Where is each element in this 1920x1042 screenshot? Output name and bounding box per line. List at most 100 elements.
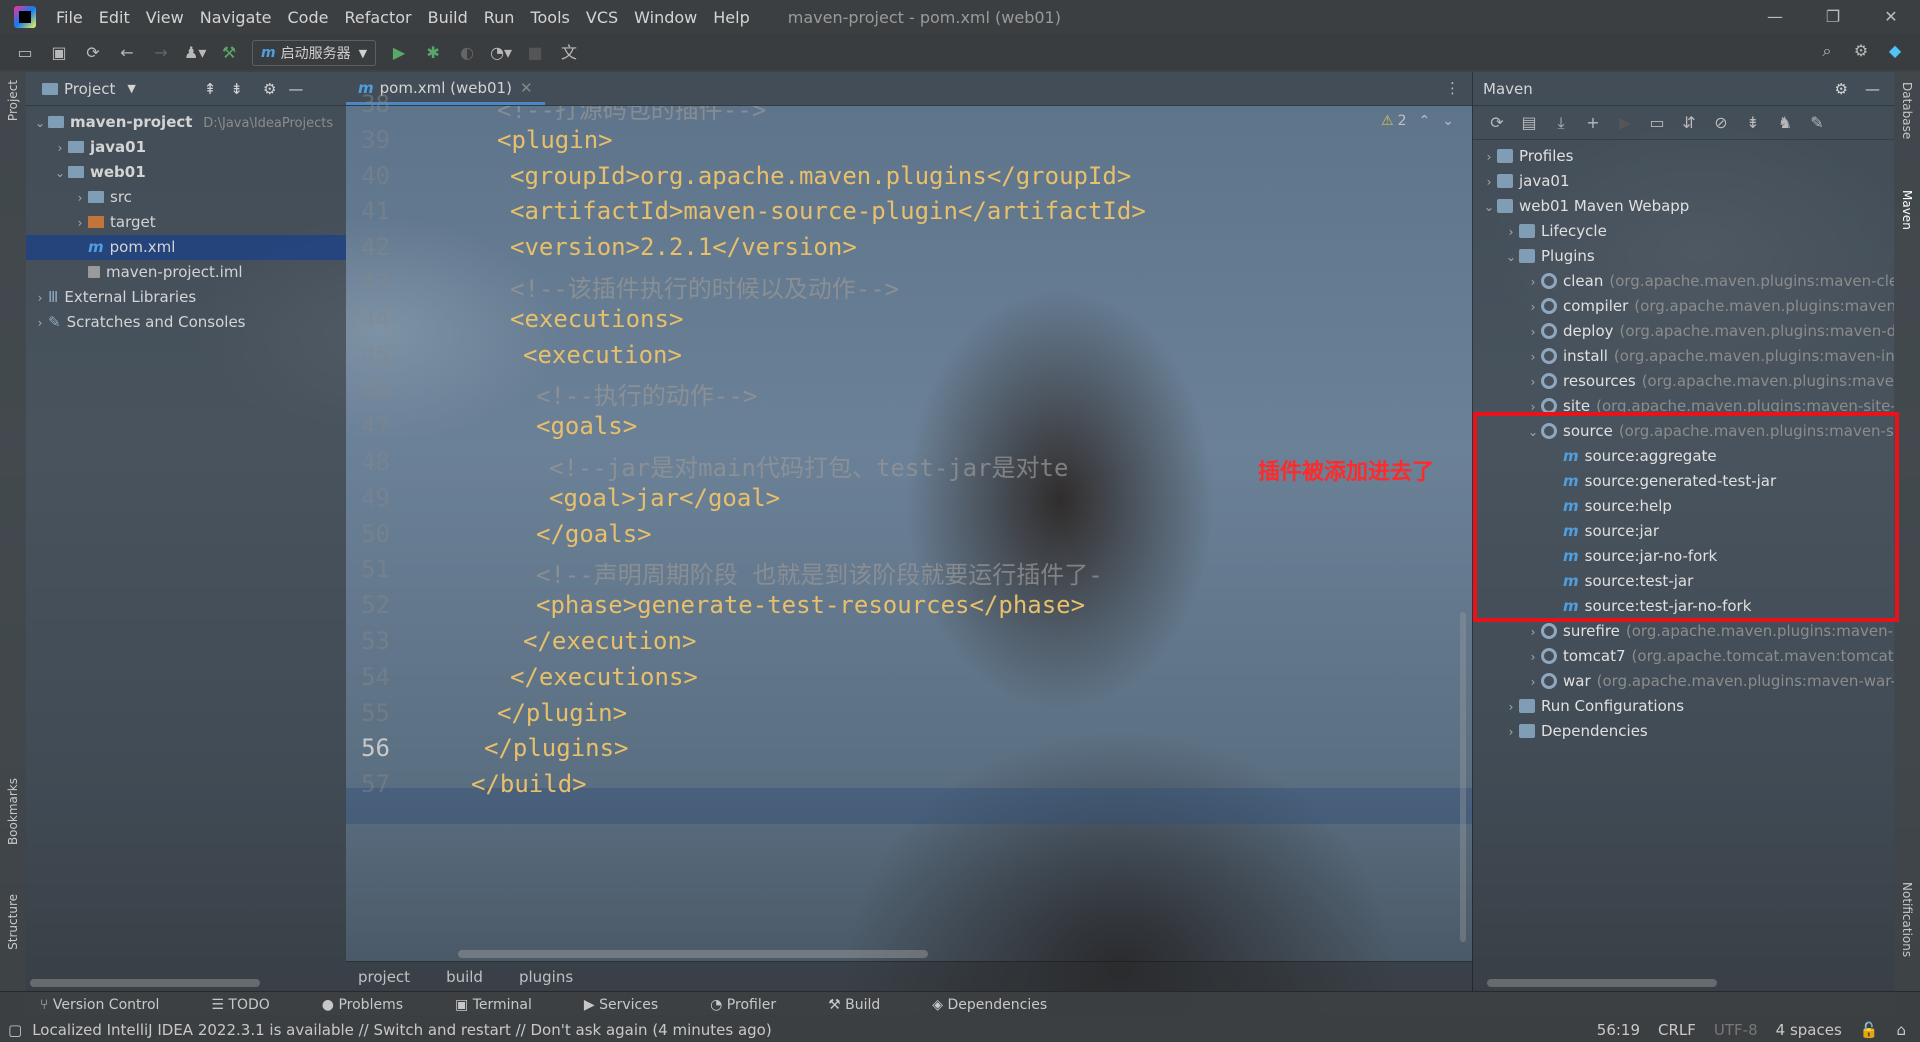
menu-run[interactable]: Run <box>476 8 523 27</box>
coverage-icon[interactable]: ◐ <box>456 42 478 64</box>
debug-icon[interactable]: ✱ <box>422 42 444 64</box>
chevron-down-icon[interactable]: ⌄ <box>52 161 68 186</box>
more-tabs-icon[interactable]: ⋮ <box>1445 79 1460 97</box>
maven-tree-item[interactable]: › clean (org.apache.maven.plugins:maven-cl… <box>1473 269 1894 294</box>
editor-vertical-scrollbar[interactable] <box>1460 612 1466 942</box>
stripe-project[interactable]: Project <box>6 80 20 121</box>
restore-icon[interactable]: ❐ <box>1804 0 1862 34</box>
status-message[interactable]: Localized IntelliJ IDEA 2022.3.1 is avai… <box>32 1021 772 1039</box>
file-encoding[interactable]: UTF-8 <box>1714 1021 1758 1039</box>
maven-tree-item[interactable]: › tomcat7 (org.apache.tomcat.maven:tomcat7 <box>1473 644 1894 669</box>
skip-tests-icon[interactable]: ⊘ <box>1705 113 1737 132</box>
chevron-right-icon[interactable]: › <box>1525 270 1541 294</box>
reload-icon[interactable]: ⟳ <box>1481 113 1513 132</box>
breadcrumb-plugins[interactable]: plugins <box>519 968 573 986</box>
generate-sources-icon[interactable]: ▤ <box>1513 113 1545 132</box>
chevron-right-icon[interactable]: › <box>1525 370 1541 394</box>
maven-horizontal-scrollbar[interactable] <box>1487 979 1717 987</box>
menu-help[interactable]: Help <box>705 8 757 27</box>
indent-setting[interactable]: 4 spaces <box>1776 1021 1842 1039</box>
tool-profiler[interactable]: ◔ Profiler <box>710 997 802 1013</box>
horizontal-scrollbar[interactable] <box>30 979 260 987</box>
open-folder-icon[interactable]: ▭ <box>14 42 36 64</box>
menu-edit[interactable]: Edit <box>91 8 138 27</box>
search-icon[interactable]: ⌕ <box>1816 40 1838 62</box>
maven-settings-icon[interactable]: ✎ <box>1801 113 1833 132</box>
show-dependencies-icon[interactable]: ♞ <box>1769 113 1801 132</box>
breadcrumb-build[interactable]: build <box>446 968 483 986</box>
stripe-database[interactable]: Database <box>1900 82 1914 139</box>
chevron-right-icon[interactable]: › <box>1503 220 1519 244</box>
sync-icon[interactable]: ⟳ <box>82 42 104 64</box>
chevron-right-icon[interactable]: › <box>72 211 88 236</box>
build-hammer-icon[interactable]: ⚒ <box>218 42 240 64</box>
menu-file[interactable]: File <box>48 8 91 27</box>
stripe-maven[interactable]: Maven <box>1900 190 1914 230</box>
tree-item-external-libraries[interactable]: › Ⅲ External Libraries <box>26 285 346 310</box>
lock-icon[interactable]: 🔓 <box>1860 1021 1879 1039</box>
tree-item-target[interactable]: › target <box>26 210 346 235</box>
run-icon[interactable]: ▶ <box>1609 113 1641 132</box>
menu-window[interactable]: Window <box>626 8 705 27</box>
chevron-right-icon[interactable]: › <box>1525 345 1541 369</box>
chevron-right-icon[interactable]: › <box>72 186 88 211</box>
close-tab-icon[interactable]: ✕ <box>520 79 533 97</box>
editor-horizontal-scrollbar[interactable] <box>458 950 928 958</box>
maven-tree-item[interactable]: › deploy (org.apache.maven.plugins:maven-d <box>1473 319 1894 344</box>
chevron-right-icon[interactable]: › <box>1525 645 1541 669</box>
tree-item-iml[interactable]: maven-project.iml <box>26 260 346 285</box>
stripe-structure[interactable]: Structure <box>6 894 20 950</box>
close-icon[interactable]: ✕ <box>1862 0 1920 34</box>
tool-todo[interactable]: ☰ TODO <box>211 997 295 1013</box>
back-icon[interactable]: ← <box>116 42 138 64</box>
menu-tools[interactable]: Tools <box>522 8 577 27</box>
toggle-offline-icon[interactable]: ⇵ <box>1673 113 1705 132</box>
maven-tree-item[interactable]: › install (org.apache.maven.plugins:maven-… <box>1473 344 1894 369</box>
maven-tree-item[interactable]: › Profiles <box>1473 144 1894 169</box>
tool-terminal[interactable]: ▣ Terminal <box>455 997 558 1013</box>
add-icon[interactable]: + <box>1577 113 1609 132</box>
chevron-right-icon[interactable]: › <box>1525 670 1541 694</box>
chevron-right-icon[interactable]: › <box>1525 295 1541 319</box>
tree-item-java01[interactable]: › java01 <box>26 135 346 160</box>
breadcrumb-project[interactable]: project <box>358 968 410 986</box>
maven-tree-item[interactable]: › java01 <box>1473 169 1894 194</box>
chevron-right-icon[interactable]: › <box>32 286 48 311</box>
profile-icon[interactable]: ◔▾ <box>490 42 512 64</box>
tree-item-web01[interactable]: ⌄ web01 <box>26 160 346 185</box>
maven-tree-item[interactable]: › Lifecycle <box>1473 219 1894 244</box>
chevron-right-icon[interactable]: › <box>52 136 68 161</box>
maven-tree-item[interactable]: › resources (org.apache.maven.plugins:mave… <box>1473 369 1894 394</box>
tool-dependencies[interactable]: ◈ Dependencies <box>932 997 1073 1013</box>
tool-services[interactable]: ▶ Services <box>584 997 684 1013</box>
menu-code[interactable]: Code <box>280 8 337 27</box>
tree-item-pom-xml[interactable]: m pom.xml <box>26 235 346 260</box>
menu-refactor[interactable]: Refactor <box>336 8 419 27</box>
chevron-down-icon[interactable]: ⌄ <box>1481 195 1497 219</box>
run-icon[interactable]: ▶ <box>388 42 410 64</box>
collapse-all-icon[interactable]: ⇟ <box>230 80 243 98</box>
caret-position[interactable]: 56:19 <box>1597 1021 1640 1039</box>
download-icon[interactable]: ⤓ <box>1545 113 1577 133</box>
execute-goal-icon[interactable]: ▭ <box>1641 113 1673 132</box>
project-panel-title[interactable]: Project <box>64 80 115 98</box>
run-configuration-select[interactable]: m 启动服务器 ▼ <box>252 40 377 66</box>
chevron-right-icon[interactable]: › <box>1525 620 1541 644</box>
chevron-right-icon[interactable]: › <box>1525 320 1541 344</box>
forward-icon[interactable]: → <box>150 42 172 64</box>
maven-tree-item[interactable]: › surefire (org.apache.maven.plugins:maven… <box>1473 619 1894 644</box>
settings-gear-icon[interactable]: ⚙ <box>263 80 276 98</box>
hide-panel-icon[interactable]: — <box>288 80 303 98</box>
line-separator[interactable]: CRLF <box>1658 1021 1696 1039</box>
chevron-right-icon[interactable]: › <box>1481 170 1497 194</box>
chevron-right-icon[interactable]: › <box>1481 145 1497 169</box>
tool-build[interactable]: ⚒ Build <box>828 997 906 1013</box>
chevron-down-icon[interactable]: ▼ <box>127 82 135 95</box>
tool-problems[interactable]: ● Problems <box>322 997 429 1013</box>
chevron-right-icon[interactable]: › <box>1503 695 1519 719</box>
translate-icon[interactable]: 文 <box>558 42 580 64</box>
maven-tree-item[interactable]: › Run Configurations <box>1473 694 1894 719</box>
stripe-bookmarks[interactable]: Bookmarks <box>6 778 20 845</box>
settings-gear-icon[interactable]: ⚙ <box>1850 40 1872 62</box>
chevron-right-icon[interactable]: › <box>32 311 48 336</box>
